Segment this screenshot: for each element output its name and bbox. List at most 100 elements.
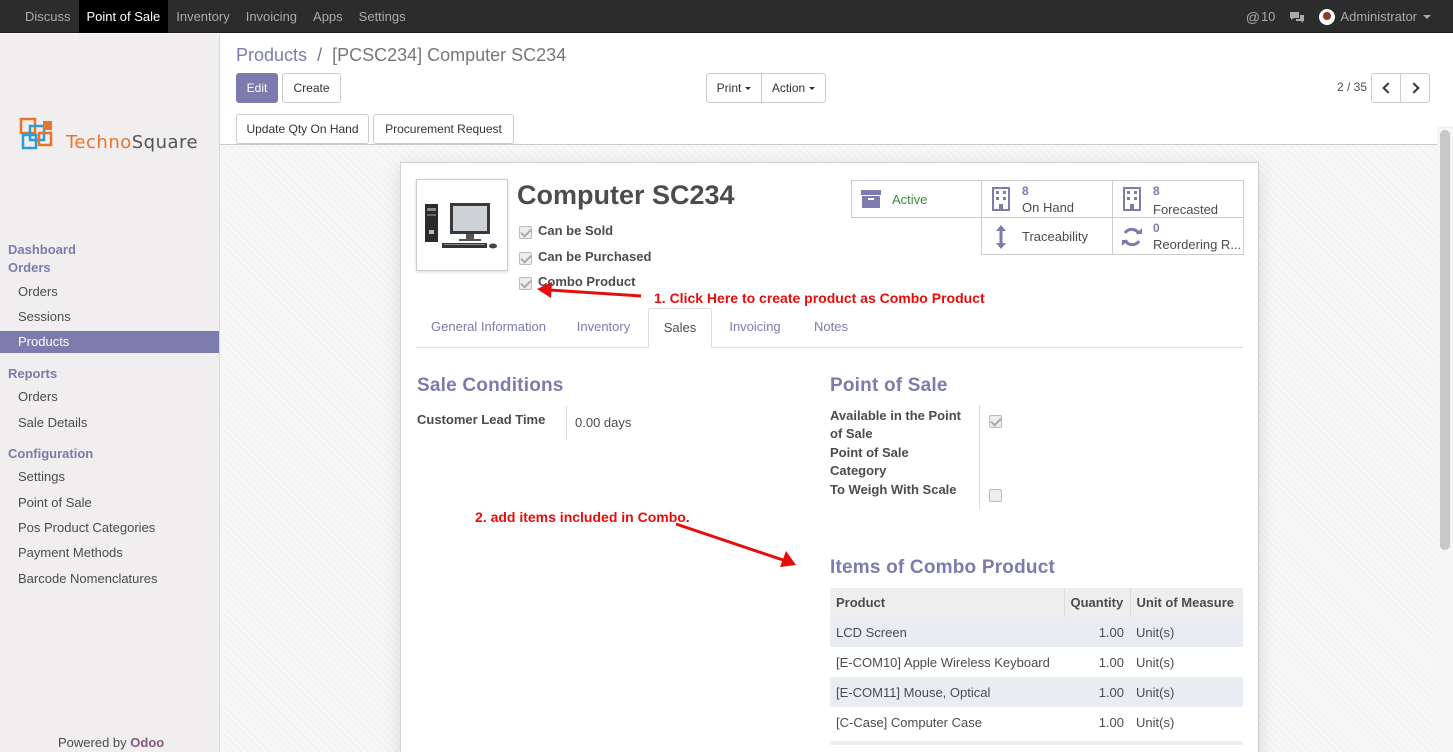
sidebar-item-sessions[interactable]: Sessions — [0, 306, 219, 328]
chevron-left-icon — [1381, 82, 1394, 94]
powered-by: Powered by Odoo — [58, 735, 165, 750]
sidebar-item-barcode-nomenclatures[interactable]: Barcode Nomenclatures — [0, 568, 219, 590]
update-qty-button[interactable]: Update Qty On Hand — [236, 114, 369, 144]
form-sheet: Computer SC234 Can be Sold Can be Purcha… — [400, 162, 1259, 752]
building-icon — [1123, 187, 1141, 211]
annotation-step-2: 2. add items included in Combo. — [475, 509, 690, 525]
menu-configuration-header[interactable]: Configuration — [8, 446, 93, 461]
row-product: [E-COM10] Apple Wireless Keyboard — [836, 654, 1050, 670]
product-image[interactable] — [416, 179, 508, 271]
row-uom: Unit(s) — [1136, 654, 1175, 670]
reordering-value: 0 — [1153, 221, 1160, 235]
app-settings[interactable]: Settings — [351, 0, 414, 33]
logo-squares-icon — [19, 117, 53, 150]
available-in-pos-label: Available in the Point of Sale — [830, 408, 961, 441]
product-name: Computer SC234 — [517, 180, 735, 210]
sidebar-item-point-of-sale[interactable]: Point of Sale — [0, 492, 219, 514]
refresh-icon — [1122, 227, 1142, 247]
sidebar-item-payment-methods[interactable]: Payment Methods — [0, 542, 219, 564]
pos-category-label: Point of Sale Category — [830, 445, 909, 478]
row-uom: Unit(s) — [1136, 714, 1175, 730]
annotation-step-1: 1. Click Here to create product as Combo… — [654, 290, 985, 306]
arrows-vertical-icon — [996, 225, 1006, 249]
tab-sales[interactable]: Sales — [648, 308, 712, 348]
at-icon: @ — [1245, 8, 1260, 25]
breadcrumb-current: [PCSC234] Computer SC234 — [332, 45, 567, 65]
app-invoicing[interactable]: Invoicing — [238, 0, 305, 33]
print-dropdown[interactable]: Print — [706, 73, 762, 103]
caret-down-icon — [745, 86, 752, 90]
row-product: [E-COM11] Mouse, Optical — [830, 677, 1064, 707]
tab-general-information[interactable]: General Information — [416, 308, 561, 348]
sale-conditions-title: Sale Conditions — [417, 375, 564, 396]
mentions-count: 10 — [1260, 9, 1276, 24]
pager-previous[interactable] — [1371, 73, 1401, 103]
active-toggle-button[interactable]: Active — [851, 180, 982, 218]
create-button[interactable]: Create — [282, 73, 341, 103]
column-quantity[interactable]: Quantity — [1064, 588, 1131, 617]
row-quantity: 1.00 — [1064, 677, 1130, 707]
tab-invoicing[interactable]: Invoicing — [714, 308, 796, 348]
sidebar-item-report-orders[interactable]: Orders — [0, 386, 219, 408]
logo-text: TechnoSquare — [66, 132, 199, 153]
tab-notes[interactable]: Notes — [799, 308, 863, 348]
systray: @ 10 Administrator — [1246, 0, 1453, 33]
breadcrumb-products[interactable]: Products — [236, 45, 307, 65]
archive-icon — [861, 190, 881, 208]
row-quantity: 1.00 — [1064, 617, 1130, 647]
app-apps[interactable]: Apps — [305, 0, 351, 33]
notebook-tabs: General Information Inventory Sales Invo… — [416, 308, 1243, 348]
on-hand-value: 8 — [1022, 184, 1029, 198]
column-product[interactable]: Product — [830, 588, 1065, 617]
app-point-of-sale[interactable]: Point of Sale — [78, 0, 169, 33]
mentions-button[interactable]: @ 10 — [1246, 9, 1276, 25]
combo-items-table: Product Quantity Unit of Measure LCD Scr… — [830, 588, 1243, 737]
action-dropdown[interactable]: Action — [761, 73, 826, 103]
table-row[interactable]: LCD Screen 1.00 Unit(s) — [830, 617, 1243, 647]
combo-items-title: Items of Combo Product — [830, 557, 1056, 578]
caret-down-icon — [809, 86, 816, 90]
menu-dashboard[interactable]: Dashboard — [8, 242, 76, 257]
sidebar-item-sale-details[interactable]: Sale Details — [0, 412, 219, 434]
tab-inventory[interactable]: Inventory — [561, 308, 646, 348]
edit-button[interactable]: Edit — [236, 73, 278, 103]
available-in-pos-checkbox[interactable] — [989, 415, 1002, 428]
reordering-button[interactable]: 0 Reordering R... — [1112, 217, 1244, 255]
sidebar-item-orders[interactable]: Orders — [0, 281, 219, 303]
table-row[interactable]: [C-Case] Computer Case 1.00 Unit(s) — [830, 707, 1243, 737]
menu-orders-header[interactable]: Orders — [8, 260, 51, 275]
building-icon — [992, 187, 1010, 211]
scrollbar[interactable] — [1437, 126, 1453, 752]
weigh-with-scale-checkbox[interactable] — [989, 489, 1002, 502]
app-discuss[interactable]: Discuss — [17, 0, 79, 33]
row-product: [C-Case] Computer Case — [836, 714, 982, 730]
user-name: Administrator — [1340, 9, 1417, 24]
scrollbar-thumb[interactable] — [1440, 130, 1450, 550]
sidebar-item-products[interactable]: Products — [0, 331, 219, 353]
combo-product-checkbox[interactable] — [519, 277, 532, 290]
odoo-link[interactable]: Odoo — [130, 735, 164, 750]
can-be-purchased-checkbox[interactable] — [519, 252, 532, 265]
traceability-button[interactable]: Traceability — [981, 217, 1113, 255]
column-unit-of-measure[interactable]: Unit of Measure — [1130, 588, 1243, 617]
user-menu[interactable]: Administrator — [1319, 8, 1431, 25]
menu-reports-header[interactable]: Reports — [8, 366, 57, 381]
can-be-sold-checkbox[interactable] — [519, 226, 532, 239]
row-uom: Unit(s) — [1130, 677, 1243, 707]
pager-next[interactable] — [1400, 73, 1430, 103]
sidebar-item-settings[interactable]: Settings — [0, 466, 219, 488]
chat-icon[interactable] — [1289, 11, 1305, 23]
on-hand-button[interactable]: 8 On Hand — [981, 180, 1113, 218]
app-inventory[interactable]: Inventory — [168, 0, 237, 33]
procurement-request-button[interactable]: Procurement Request — [373, 114, 514, 144]
lead-time-value: 0.00 days — [575, 415, 632, 430]
forecasted-button[interactable]: 8 Forecasted — [1112, 180, 1244, 218]
lead-time-label: Customer Lead Time — [417, 412, 546, 427]
reordering-label: Reordering R... — [1153, 237, 1242, 252]
sidebar-item-pos-categories[interactable]: Pos Product Categories — [0, 517, 219, 539]
weigh-with-scale-label: To Weigh With Scale — [830, 482, 957, 497]
table-row[interactable]: [E-COM10] Apple Wireless Keyboard 1.00 U… — [830, 647, 1243, 677]
table-row[interactable]: [E-COM11] Mouse, Optical 1.00 Unit(s) — [830, 677, 1243, 707]
sidebar: TechnoSquare Dashboard Orders Orders Ses… — [0, 34, 220, 752]
top-navbar: Discuss Point of Sale Inventory Invoicin… — [0, 0, 1453, 33]
